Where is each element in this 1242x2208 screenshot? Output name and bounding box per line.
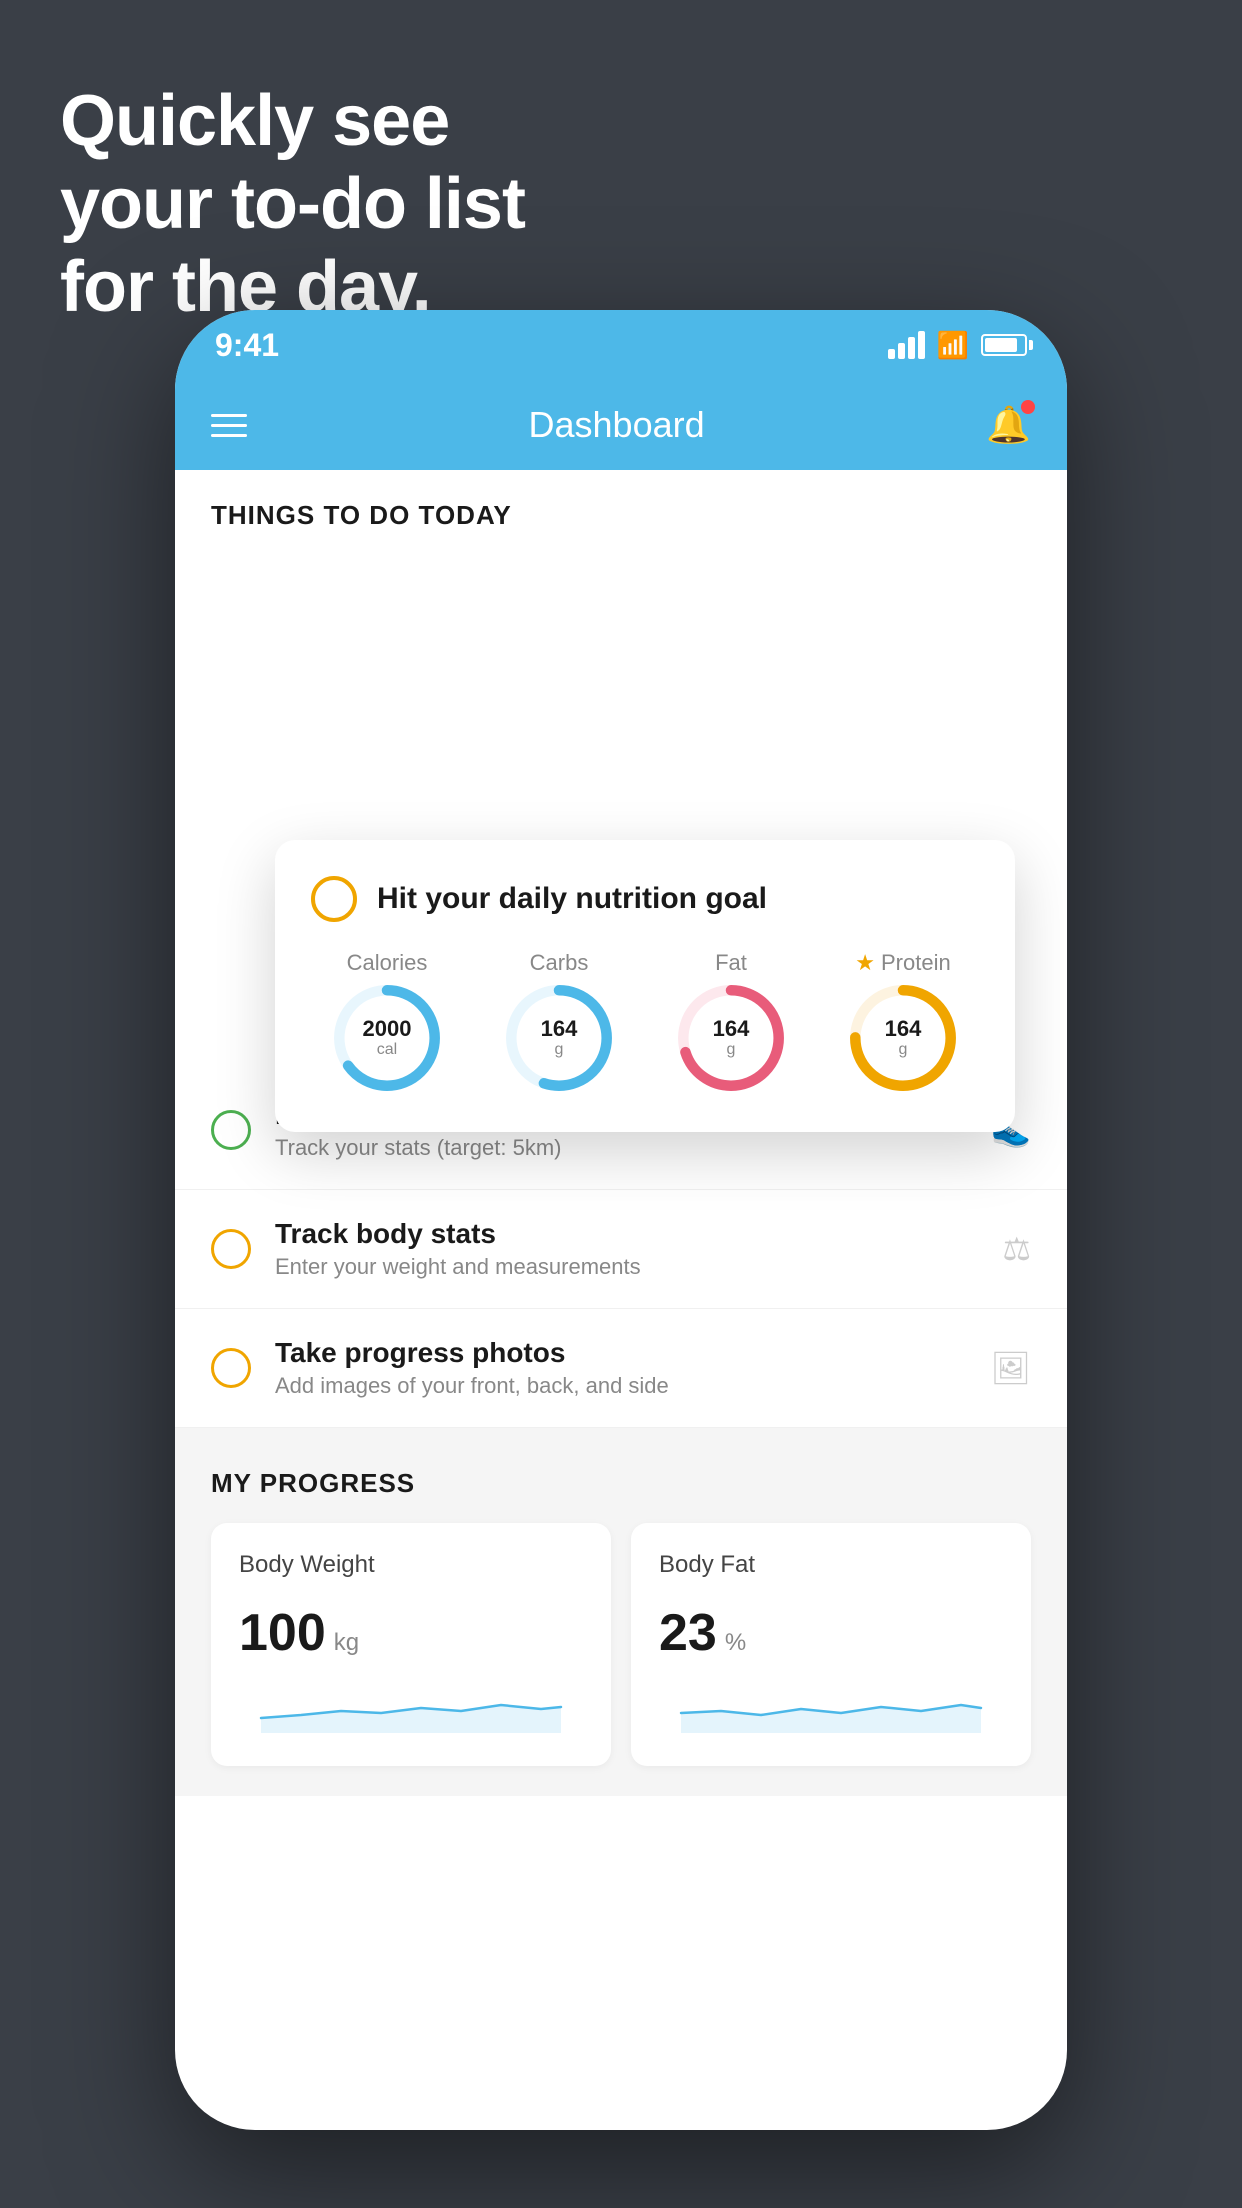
todo-item-photos[interactable]: Take progress photos Add images of your … [175,1309,1067,1428]
todo-subtitle-photos: Add images of your front, back, and side [275,1373,966,1399]
nutrition-carbs-label: Carbs [530,950,589,976]
progress-section: MY PROGRESS Body Weight 100 kg Body Fat … [175,1428,1067,1796]
nutrition-fat: Fat 164 g [677,950,785,1092]
nutrition-calories-label: Calories [347,950,428,976]
floating-card: Hit your daily nutrition goal Calories 2… [275,840,1015,1132]
progress-heading: MY PROGRESS [211,1468,1031,1499]
headline: Quickly see your to-do list for the day. [60,80,525,328]
nutrition-carbs: Carbs 164 g [505,950,613,1092]
wifi-icon: 📶 [937,330,969,361]
body-fat-card: Body Fat 23 % [631,1523,1031,1766]
card-title-row: Hit your daily nutrition goal [311,876,979,922]
body-weight-sparkline [239,1683,583,1733]
todo-subtitle-running: Track your stats (target: 5km) [275,1135,967,1161]
notification-bell[interactable]: 🔔 [986,404,1031,446]
nutrition-protein-label: ★Protein [855,950,950,976]
header-title: Dashboard [529,404,705,446]
body-fat-title: Body Fat [659,1551,1003,1579]
things-section: THINGS TO DO TODAY [175,470,1067,531]
status-time: 9:41 [215,327,279,364]
body-fat-value: 23 [659,1603,717,1663]
status-bar: 9:41 📶 [175,310,1067,380]
scale-icon: ⚖ [1002,1230,1031,1268]
body-fat-unit: % [725,1629,746,1657]
todo-title-photos: Take progress photos [275,1337,966,1369]
todo-circle-running [211,1110,251,1150]
fat-donut: 164 g [677,984,785,1092]
body-weight-value: 100 [239,1603,326,1663]
card-checkbox[interactable] [311,876,357,922]
body-weight-value-row: 100 kg [239,1603,583,1663]
calories-donut: 2000 cal [333,984,441,1092]
person-icon: 🖼 [990,1349,1031,1387]
todo-item-body-stats[interactable]: Track body stats Enter your weight and m… [175,1190,1067,1309]
things-heading: THINGS TO DO TODAY [211,500,1031,531]
body-fat-sparkline [659,1683,1003,1733]
app-header: Dashboard 🔔 [175,380,1067,470]
progress-cards: Body Weight 100 kg Body Fat 23 % [211,1523,1031,1766]
carbs-donut: 164 g [505,984,613,1092]
nutrition-protein: ★Protein 164 g [849,950,957,1092]
todo-title-body-stats: Track body stats [275,1218,978,1250]
phone-mockup: 9:41 📶 Dashboard 🔔 THINGS T [175,310,1067,2130]
body-weight-card: Body Weight 100 kg [211,1523,611,1766]
todo-subtitle-body-stats: Enter your weight and measurements [275,1254,978,1280]
body-weight-unit: kg [334,1629,359,1657]
notification-dot [1021,400,1035,414]
signal-icon [888,331,925,359]
nutrition-fat-label: Fat [715,950,747,976]
headline-line1: Quickly see [60,80,525,163]
star-icon: ★ [855,950,875,976]
battery-icon [981,334,1027,356]
status-icons: 📶 [888,330,1027,361]
card-title: Hit your daily nutrition goal [377,882,767,916]
nutrition-grid: Calories 2000 cal Carbs [311,950,979,1092]
todo-circle-photos [211,1348,251,1388]
body-weight-title: Body Weight [239,1551,583,1579]
protein-donut: 164 g [849,984,957,1092]
headline-line2: your to-do list [60,163,525,246]
todo-circle-body-stats [211,1229,251,1269]
body-fat-value-row: 23 % [659,1603,1003,1663]
nutrition-calories: Calories 2000 cal [333,950,441,1092]
hamburger-menu[interactable] [211,414,247,437]
